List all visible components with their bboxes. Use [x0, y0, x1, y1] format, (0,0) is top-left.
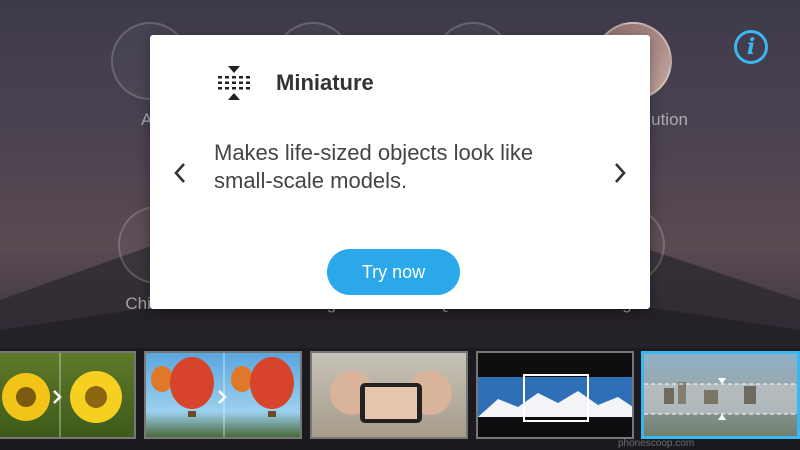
dialog-header: Miniature	[214, 63, 374, 103]
panorama-image	[478, 374, 632, 422]
miniature-city-thumbnail[interactable]	[641, 351, 800, 439]
sunflowers-thumbnail[interactable]	[0, 351, 136, 439]
mountain-panorama-thumbnail[interactable]	[476, 351, 634, 439]
dialog-title: Miniature	[276, 70, 374, 95]
mode-info-dialog: Miniature Makes life-sized objects look …	[150, 35, 650, 309]
sunflower-image	[2, 353, 122, 437]
miniature-tilt-shift-icon	[218, 66, 250, 100]
info-icon[interactable]: i	[734, 30, 768, 64]
try-now-button[interactable]: Try now	[327, 249, 460, 295]
previous-mode-button[interactable]	[165, 153, 195, 193]
chevron-right-icon	[615, 163, 626, 183]
thumbnail-strip	[0, 348, 800, 450]
selfie-thumbnail[interactable]	[310, 351, 468, 439]
chevron-left-icon	[174, 163, 185, 183]
dialog-description: Makes life-sized objects look like small…	[214, 140, 534, 193]
balloons-image	[151, 353, 294, 437]
selfie-image	[330, 371, 452, 423]
next-mode-button[interactable]	[605, 153, 635, 193]
miniature-city-image	[644, 378, 797, 420]
watermark-text: phonescoop.com	[618, 438, 695, 449]
hot-air-balloons-thumbnail[interactable]	[144, 351, 302, 439]
